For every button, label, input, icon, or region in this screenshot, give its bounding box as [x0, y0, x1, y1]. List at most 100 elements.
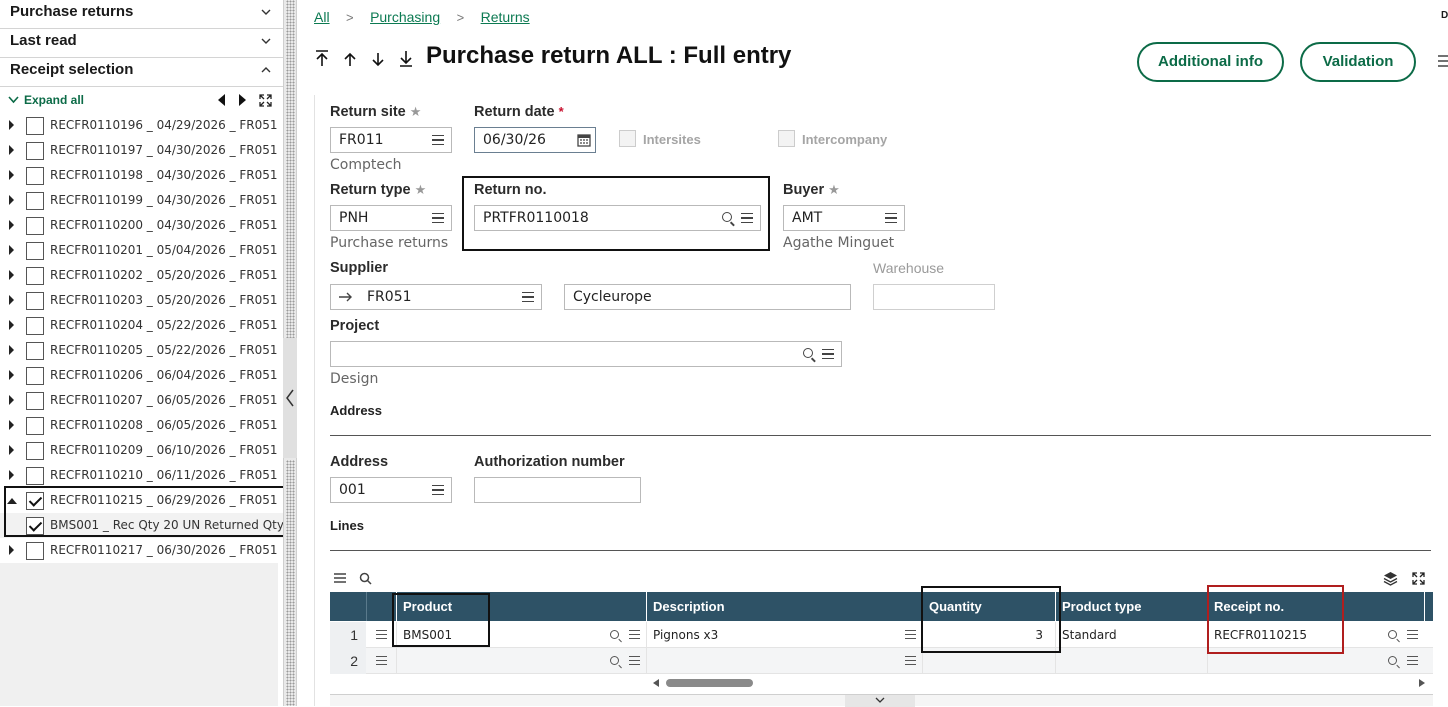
- triangle-right-icon[interactable]: [9, 145, 14, 155]
- first-record-icon[interactable]: [315, 50, 329, 67]
- tree-item[interactable]: RECFR0110207 _ 06/05/2026 _ FR051: [0, 388, 283, 413]
- tree-checkbox[interactable]: [26, 517, 44, 535]
- cell-product[interactable]: BMS001: [396, 622, 646, 648]
- menu-icon[interactable]: [905, 630, 916, 639]
- triangle-right-icon[interactable]: [9, 420, 14, 430]
- tree-checkbox[interactable]: [26, 117, 44, 135]
- triangle-right-icon[interactable]: [9, 120, 14, 130]
- scrollbar-thumb[interactable]: [666, 679, 753, 687]
- triangle-right-icon[interactable]: [9, 195, 14, 205]
- menu-icon[interactable]: [885, 213, 897, 223]
- triangle-right-icon[interactable]: [9, 370, 14, 380]
- buyer-input[interactable]: AMT: [783, 205, 905, 231]
- scroll-left-icon[interactable]: [653, 679, 659, 687]
- tree-checkbox[interactable]: [26, 167, 44, 185]
- cell-description[interactable]: [646, 648, 922, 674]
- tree-child-item[interactable]: BMS001 _ Rec Qty 20 UN Returned Qty. 0: [0, 513, 298, 538]
- cell-product-type[interactable]: [1055, 648, 1207, 674]
- breadcrumb-all[interactable]: All: [314, 9, 330, 25]
- tree-item[interactable]: RECFR0110200 _ 04/30/2026 _ FR051: [0, 213, 283, 238]
- column-header-quantity[interactable]: Quantity: [922, 592, 1055, 621]
- menu-icon[interactable]: [1407, 630, 1418, 639]
- grid-resize-handle[interactable]: [845, 695, 915, 707]
- menu-icon[interactable]: [741, 213, 753, 223]
- menu-icon[interactable]: [822, 349, 834, 359]
- tree-checkbox[interactable]: [26, 342, 44, 360]
- tree-item[interactable]: RECFR0110217 _ 06/30/2026 _ FR051: [0, 538, 283, 563]
- tree-item[interactable]: RECFR0110197 _ 04/30/2026 _ FR051: [0, 138, 283, 163]
- cell-quantity[interactable]: 3: [922, 622, 1055, 648]
- cell-product-type[interactable]: Standard: [1055, 622, 1207, 648]
- menu-icon[interactable]: [432, 135, 444, 145]
- column-header-product[interactable]: Product: [396, 592, 646, 621]
- search-icon[interactable]: [722, 212, 732, 222]
- expand-icon[interactable]: [259, 94, 272, 107]
- grid-search-icon[interactable]: [359, 572, 372, 585]
- search-icon[interactable]: [1388, 656, 1397, 665]
- triangle-right-icon[interactable]: [9, 295, 14, 305]
- search-icon[interactable]: [803, 348, 813, 358]
- tree-checkbox[interactable]: [26, 417, 44, 435]
- tree-item[interactable]: RECFR0110204 _ 05/22/2026 _ FR051: [0, 313, 283, 338]
- triangle-down-icon[interactable]: [7, 498, 17, 504]
- collapse-panel-button[interactable]: [283, 338, 297, 458]
- breadcrumb-returns[interactable]: Returns: [481, 9, 530, 25]
- tree-item[interactable]: RECFR0110208 _ 06/05/2026 _ FR051: [0, 413, 283, 438]
- tree-item[interactable]: RECFR0110196 _ 04/29/2026 _ FR051: [0, 113, 283, 138]
- tree-checkbox[interactable]: [26, 192, 44, 210]
- column-header-receipt-no[interactable]: Receipt no.: [1207, 592, 1424, 621]
- scroll-right-icon[interactable]: [1419, 679, 1425, 687]
- intercompany-checkbox[interactable]: [778, 130, 795, 147]
- menu-icon[interactable]: [1407, 656, 1418, 665]
- search-icon[interactable]: [1388, 630, 1397, 639]
- tree-checkbox[interactable]: [26, 542, 44, 560]
- expand-all-link[interactable]: Expand all: [24, 93, 84, 107]
- tree-item[interactable]: RECFR0110205 _ 05/22/2026 _ FR051: [0, 338, 283, 363]
- validation-button[interactable]: Validation: [1300, 42, 1416, 82]
- arrow-right-icon[interactable]: [238, 94, 246, 106]
- tree-checkbox[interactable]: [26, 317, 44, 335]
- menu-icon[interactable]: [905, 656, 916, 665]
- tree-checkbox[interactable]: [26, 492, 44, 510]
- project-input[interactable]: [330, 341, 842, 367]
- intersites-checkbox[interactable]: [619, 130, 636, 147]
- tree-checkbox[interactable]: [26, 242, 44, 260]
- supplier-name-input[interactable]: Cycleurope: [564, 284, 851, 310]
- triangle-right-icon[interactable]: [9, 395, 14, 405]
- tree-checkbox[interactable]: [26, 392, 44, 410]
- section-purchase-returns[interactable]: Purchase returns: [0, 0, 283, 29]
- row-menu-icon[interactable]: [376, 630, 387, 639]
- tree-checkbox[interactable]: [26, 267, 44, 285]
- tree-checkbox[interactable]: [26, 292, 44, 310]
- triangle-right-icon[interactable]: [9, 545, 14, 555]
- horizontal-scrollbar[interactable]: [330, 675, 1433, 691]
- tree-item[interactable]: RECFR0110215 _ 06/29/2026 _ FR051: [0, 488, 283, 513]
- triangle-right-icon[interactable]: [9, 270, 14, 280]
- row-menu-icon[interactable]: [376, 656, 387, 665]
- section-receipt-selection[interactable]: Receipt selection: [0, 58, 283, 87]
- breadcrumb-purchasing[interactable]: Purchasing: [370, 9, 440, 25]
- next-record-icon[interactable]: [371, 52, 385, 67]
- last-record-icon[interactable]: [399, 50, 413, 67]
- menu-icon[interactable]: [629, 630, 640, 639]
- tree-item[interactable]: RECFR0110201 _ 05/04/2026 _ FR051: [0, 238, 283, 263]
- return-date-input[interactable]: 06/30/26: [474, 127, 596, 153]
- menu-icon[interactable]: [1438, 55, 1448, 67]
- tree-checkbox[interactable]: [26, 467, 44, 485]
- column-header-description[interactable]: Description: [646, 592, 922, 621]
- triangle-right-icon[interactable]: [9, 345, 14, 355]
- menu-icon[interactable]: [629, 656, 640, 665]
- return-site-input[interactable]: FR011: [330, 127, 452, 153]
- tree-checkbox[interactable]: [26, 367, 44, 385]
- layers-icon[interactable]: [1383, 571, 1398, 586]
- grid-menu-icon[interactable]: [334, 573, 346, 583]
- return-no-input[interactable]: PRTFR0110018: [474, 205, 761, 231]
- arrow-right-icon[interactable]: [339, 292, 353, 302]
- previous-record-icon[interactable]: [343, 52, 357, 67]
- tree-item[interactable]: RECFR0110198 _ 04/30/2026 _ FR051: [0, 163, 283, 188]
- arrow-left-icon[interactable]: [218, 94, 226, 106]
- tree-item[interactable]: RECFR0110206 _ 06/04/2026 _ FR051: [0, 363, 283, 388]
- triangle-right-icon[interactable]: [9, 470, 14, 480]
- warehouse-input[interactable]: [873, 284, 995, 310]
- search-icon[interactable]: [610, 630, 619, 639]
